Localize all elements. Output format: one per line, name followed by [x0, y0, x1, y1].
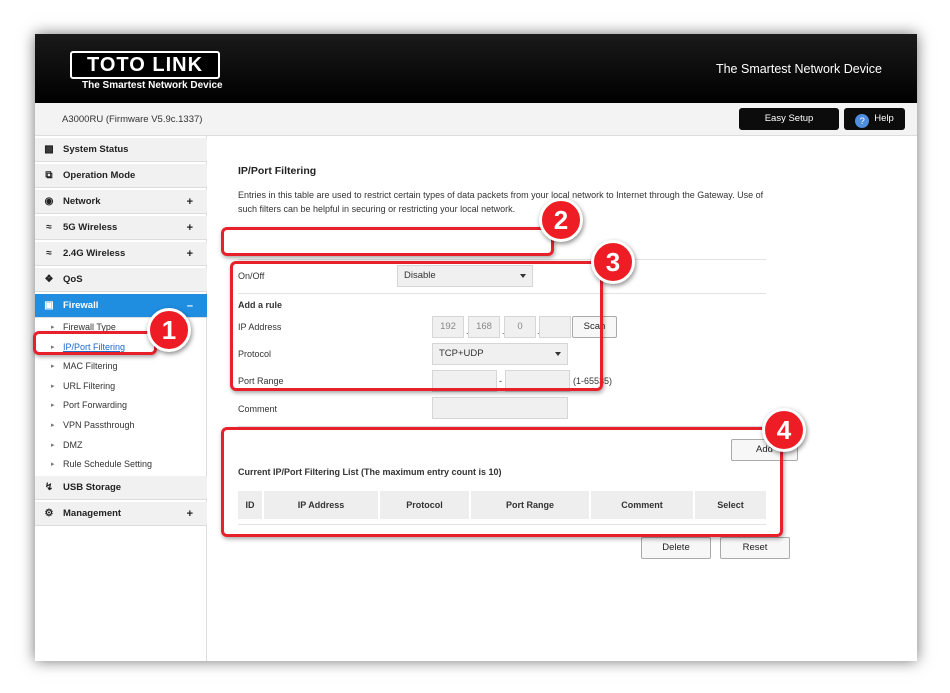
comment-input[interactable]	[432, 397, 568, 419]
totolink-logo: TOTO LINK	[70, 51, 220, 79]
sidebar-item-label: Management	[63, 508, 122, 519]
sidebar-item-management[interactable]: ⚙ Management +	[35, 502, 207, 526]
help-button[interactable]: ? Help	[844, 108, 905, 130]
delete-button[interactable]: Delete	[641, 537, 711, 559]
sidebar-item-label: Operation Mode	[63, 170, 136, 181]
firmware-label: A3000RU (Firmware V5.9c.1337)	[62, 114, 203, 125]
sidebar-item-qos[interactable]: ❖ QoS	[35, 268, 207, 292]
help-icon: ?	[855, 114, 870, 128]
chat-icon: ▩	[44, 144, 54, 155]
model-bar: A3000RU (Firmware V5.9c.1337) Easy Setup…	[35, 103, 917, 136]
annotation-box-2	[221, 227, 554, 256]
sidebar-item-24g-wireless[interactable]: ≈ 2.4G Wireless +	[35, 242, 207, 266]
submenu-dmz[interactable]: DMZ	[51, 440, 82, 450]
sidebar-item-5g-wireless[interactable]: ≈ 5G Wireless +	[35, 216, 207, 240]
sidebar-item-network[interactable]: ◉ Network +	[35, 190, 207, 214]
sidebar-item-label: 2.4G Wireless	[63, 248, 126, 259]
annotation-badge-4: 4	[762, 408, 806, 452]
annotation-box-1	[33, 331, 157, 355]
sidebar-item-label: QoS	[63, 274, 83, 285]
logo-subtitle: The Smartest Network Device	[82, 80, 223, 91]
submenu-mac-filtering[interactable]: MAC Filtering	[51, 361, 117, 371]
collapse-icon: –	[186, 300, 193, 312]
page-description: Entries in this table are used to restri…	[238, 190, 764, 214]
windows-icon: ⧉	[45, 170, 53, 181]
help-label: Help	[874, 113, 894, 124]
comment-label: Comment	[238, 404, 278, 414]
sidebar-item-operation-mode[interactable]: ⧉ Operation Mode	[35, 164, 207, 188]
easy-setup-button[interactable]: Easy Setup	[739, 108, 839, 130]
expand-icon: +	[186, 508, 193, 520]
sidebar-item-label: USB Storage	[63, 482, 122, 493]
gear-icon: ⚙	[44, 508, 54, 519]
header-bar: TOTO LINK The Smartest Network Device Th…	[35, 34, 917, 103]
annotation-badge-1: 1	[147, 308, 191, 352]
page-title: IP/Port Filtering	[238, 165, 317, 177]
annotation-badge-3: 3	[591, 240, 635, 284]
qos-icon: ❖	[44, 274, 54, 285]
sidebar-item-label: Network	[63, 196, 101, 207]
sidebar-item-label: Firewall	[63, 300, 99, 311]
sidebar-menu: ▩ System Status ⧉ Operation Mode ◉ Netwo…	[35, 136, 207, 661]
wifi-icon: ≈	[46, 222, 52, 233]
sidebar-item-system-status[interactable]: ▩ System Status	[35, 138, 207, 162]
submenu-vpn-passthrough[interactable]: VPN Passthrough	[51, 420, 134, 430]
wifi-icon: ≈	[46, 248, 52, 259]
lock-icon: ▣	[44, 300, 54, 311]
submenu-port-forwarding[interactable]: Port Forwarding	[51, 400, 127, 410]
annotation-box-3	[230, 261, 603, 391]
submenu-url-filtering[interactable]: URL Filtering	[51, 381, 115, 391]
usb-icon: ↯	[44, 482, 54, 493]
divider	[238, 259, 766, 260]
sidebar-item-label: 5G Wireless	[63, 222, 118, 233]
annotation-badge-2: 2	[539, 198, 583, 242]
submenu-rule-schedule-setting[interactable]: Rule Schedule Setting	[51, 459, 152, 469]
annotation-box-4	[221, 427, 783, 537]
expand-icon: +	[186, 196, 193, 208]
expand-icon: +	[186, 248, 193, 260]
globe-icon: ◉	[44, 196, 54, 207]
expand-icon: +	[186, 222, 193, 234]
reset-button[interactable]: Reset	[720, 537, 790, 559]
sidebar-item-usb-storage[interactable]: ↯ USB Storage	[35, 476, 207, 500]
sidebar-item-label: System Status	[63, 144, 129, 155]
header-tagline: The Smartest Network Device	[715, 62, 882, 76]
